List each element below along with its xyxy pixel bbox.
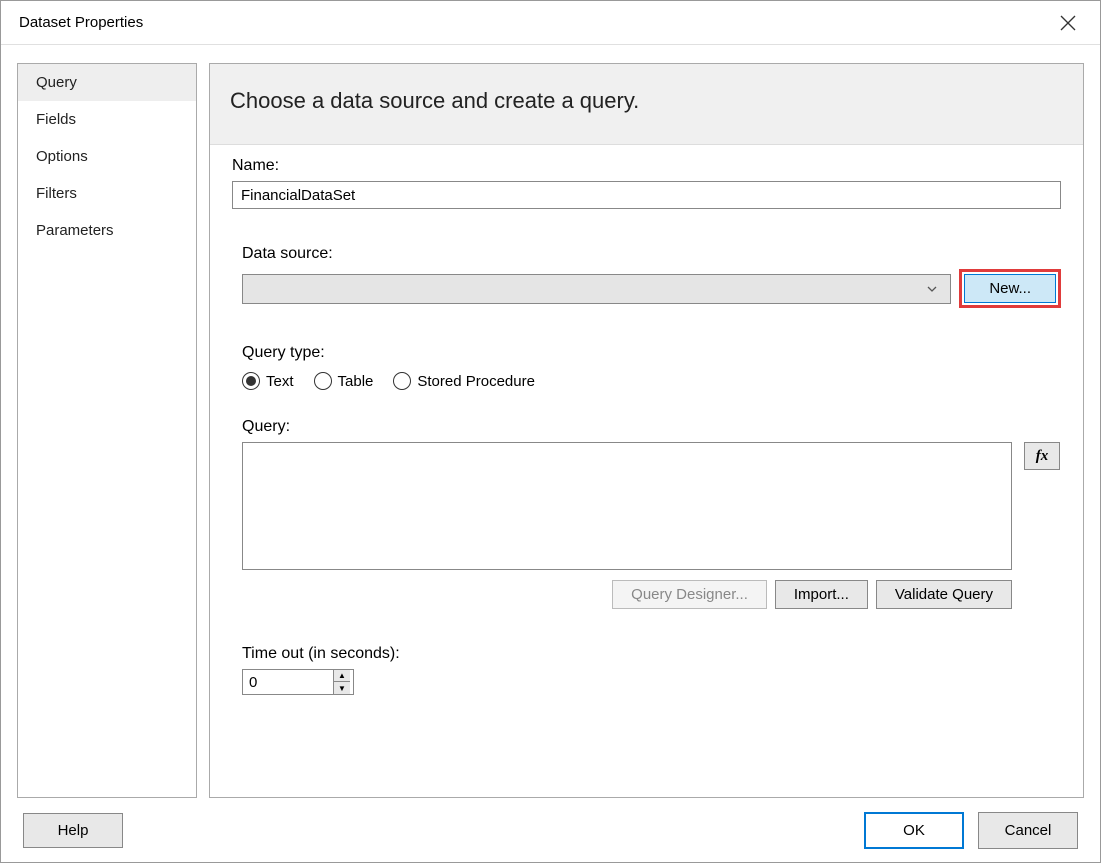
datasource-group: Data source: New... bbox=[242, 245, 1061, 308]
chevron-down-icon bbox=[926, 283, 938, 295]
title-bar: Dataset Properties bbox=[1, 1, 1100, 45]
sidebar-item-label: Query bbox=[36, 74, 77, 91]
close-button[interactable] bbox=[1050, 5, 1086, 41]
sidebar-item-fields[interactable]: Fields bbox=[18, 101, 196, 138]
radio-stored-procedure[interactable]: Stored Procedure bbox=[393, 372, 535, 390]
window-body: Query Fields Options Filters Parameters … bbox=[1, 45, 1100, 798]
query-textarea[interactable] bbox=[242, 442, 1012, 570]
validate-query-button[interactable]: Validate Query bbox=[876, 580, 1012, 609]
radio-icon bbox=[393, 372, 411, 390]
query-designer-button[interactable]: Query Designer... bbox=[612, 580, 767, 609]
query-group: Query: fx Query Designer... Import... Va… bbox=[242, 418, 1061, 609]
querytype-label: Query type: bbox=[242, 344, 1061, 362]
datasource-label: Data source: bbox=[242, 245, 1061, 263]
radio-icon bbox=[242, 372, 260, 390]
radio-label: Table bbox=[338, 373, 374, 390]
querytype-group: Query type: Text Table Stored Procedure bbox=[242, 344, 1061, 390]
main-panel: Choose a data source and create a query.… bbox=[209, 63, 1084, 798]
name-group: Name: bbox=[232, 157, 1061, 209]
panel-content: Name: Data source: New... bbox=[210, 145, 1083, 797]
new-button[interactable]: New... bbox=[964, 274, 1056, 303]
new-button-highlight: New... bbox=[959, 269, 1061, 308]
sidebar-item-filters[interactable]: Filters bbox=[18, 175, 196, 212]
import-button[interactable]: Import... bbox=[775, 580, 868, 609]
sidebar-item-label: Parameters bbox=[36, 222, 114, 239]
radio-text[interactable]: Text bbox=[242, 372, 294, 390]
timeout-label: Time out (in seconds): bbox=[242, 645, 1061, 663]
radio-label: Stored Procedure bbox=[417, 373, 535, 390]
footer: Help OK Cancel bbox=[1, 798, 1100, 862]
query-label: Query: bbox=[242, 418, 1061, 436]
panel-heading: Choose a data source and create a query. bbox=[210, 64, 1083, 145]
cancel-button[interactable]: Cancel bbox=[978, 812, 1078, 849]
radio-icon bbox=[314, 372, 332, 390]
radio-table[interactable]: Table bbox=[314, 372, 374, 390]
spinner-up-button[interactable]: ▲ bbox=[334, 670, 350, 682]
sidebar-item-label: Filters bbox=[36, 185, 77, 202]
spinner-down-button[interactable]: ▼ bbox=[334, 682, 350, 694]
datasource-dropdown[interactable] bbox=[242, 274, 951, 304]
name-label: Name: bbox=[232, 157, 1061, 175]
fx-icon: fx bbox=[1036, 448, 1049, 465]
triangle-down-icon: ▼ bbox=[338, 684, 346, 693]
ok-button[interactable]: OK bbox=[864, 812, 964, 849]
radio-label: Text bbox=[266, 373, 294, 390]
triangle-up-icon: ▲ bbox=[338, 671, 346, 680]
sidebar-item-options[interactable]: Options bbox=[18, 138, 196, 175]
sidebar-item-query[interactable]: Query bbox=[18, 64, 196, 101]
sidebar-item-label: Options bbox=[36, 148, 88, 165]
close-icon bbox=[1060, 15, 1076, 31]
window-title: Dataset Properties bbox=[19, 14, 143, 31]
sidebar-item-parameters[interactable]: Parameters bbox=[18, 212, 196, 249]
timeout-input[interactable] bbox=[243, 671, 333, 694]
sidebar-item-label: Fields bbox=[36, 111, 76, 128]
help-button[interactable]: Help bbox=[23, 813, 123, 848]
timeout-group: Time out (in seconds): ▲ ▼ bbox=[242, 645, 1061, 695]
name-input[interactable] bbox=[232, 181, 1061, 209]
fx-button[interactable]: fx bbox=[1024, 442, 1060, 470]
sidebar: Query Fields Options Filters Parameters bbox=[17, 63, 197, 798]
